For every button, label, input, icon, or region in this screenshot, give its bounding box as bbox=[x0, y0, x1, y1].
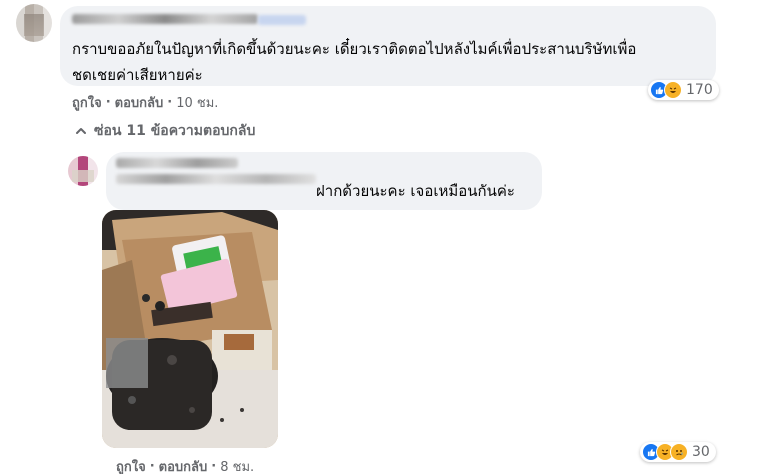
comment-reactions[interactable]: 170 bbox=[648, 80, 719, 100]
reply-button[interactable]: ตอบกลับ bbox=[159, 456, 208, 474]
reply-text: ฝากด้วยนะคะ เจอเหมือนกันค่ะ bbox=[316, 182, 515, 200]
reply-reactions[interactable]: 30 bbox=[640, 442, 716, 462]
reaction-count: 170 bbox=[686, 82, 713, 98]
reply-actions: ถูกใจ · ตอบกลับ · 8 ชม. bbox=[116, 456, 254, 474]
commenter-avatar[interactable] bbox=[16, 4, 52, 42]
separator-dot: · bbox=[167, 95, 173, 110]
like-button[interactable]: ถูกใจ bbox=[72, 92, 102, 113]
like-button[interactable]: ถูกใจ bbox=[116, 456, 146, 474]
comment-text-line-2: ชดเชยค่าเสียหายค่ะ bbox=[72, 66, 203, 84]
comment-actions: ถูกใจ · ตอบกลับ · 10 ชม. bbox=[72, 92, 218, 113]
comment-thread: กราบขออภัยในปัญหาที่เกิดขึ้นด้วยนะคะ เดี… bbox=[0, 0, 765, 474]
reply-bubble: ฝากด้วยนะคะ เจอเหมือนกันค่ะ bbox=[106, 152, 542, 210]
hide-replies-button[interactable]: ซ่อน 11 ข้อความตอบกลับ bbox=[74, 120, 255, 142]
separator-dot: · bbox=[105, 95, 111, 110]
blurred-commenter-name[interactable] bbox=[72, 14, 258, 24]
haha-reaction-icon bbox=[664, 81, 682, 99]
hide-replies-label: ซ่อน 11 ข้อความตอบกลับ bbox=[94, 123, 256, 139]
reply-avatar[interactable] bbox=[68, 156, 98, 186]
comment-text-line-1: กราบขออภัยในปัญหาที่เกิดขึ้นด้วยนะคะ เดี… bbox=[72, 40, 637, 58]
reaction-count: 30 bbox=[692, 444, 710, 460]
separator-dot: · bbox=[211, 459, 217, 474]
blurred-reply-author-name[interactable] bbox=[116, 158, 238, 168]
separator-dot: · bbox=[149, 459, 155, 474]
comment-bubble: กราบขออภัยในปัญหาที่เกิดขึ้นด้วยนะคะ เดี… bbox=[60, 6, 716, 86]
chevron-up-icon bbox=[76, 128, 86, 134]
reply-timestamp[interactable]: 8 ชม. bbox=[220, 456, 254, 474]
blurred-reply-text bbox=[116, 174, 316, 184]
reply-photo[interactable] bbox=[102, 210, 278, 448]
comment-timestamp[interactable]: 10 ชม. bbox=[176, 92, 218, 113]
sad-reaction-icon bbox=[670, 443, 688, 461]
reply-button[interactable]: ตอบกลับ bbox=[115, 92, 164, 113]
blurred-author-badge bbox=[258, 15, 306, 25]
